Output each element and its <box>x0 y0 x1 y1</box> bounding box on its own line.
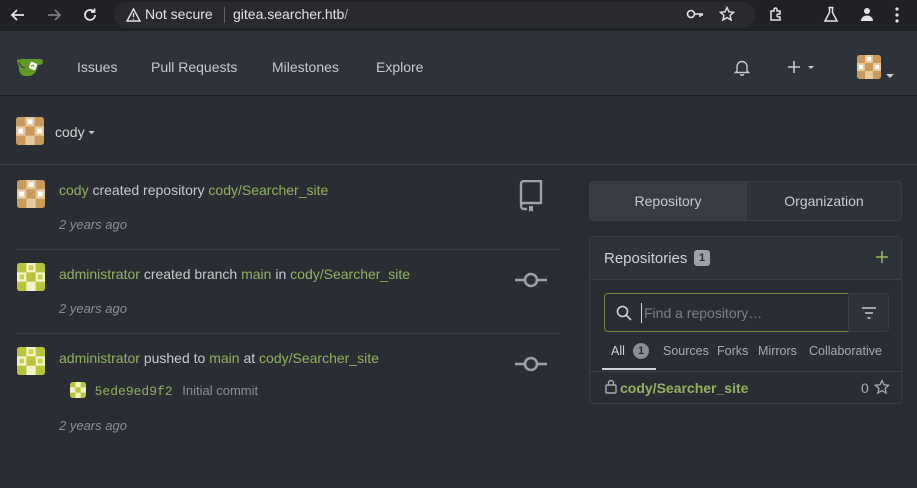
feed-text: cody created repository cody/Searcher_si… <box>59 182 328 198</box>
branch-link[interactable]: main <box>241 266 271 282</box>
bookmark-star-icon[interactable] <box>718 5 736 25</box>
url-text[interactable]: gitea.searcher.htb/ <box>233 6 348 22</box>
back-icon[interactable] <box>9 6 27 24</box>
actor-avatar[interactable] <box>17 180 45 208</box>
commit-row: 5ede9ed9f2 Initial commit <box>70 381 259 400</box>
feed-timestamp: 2 years ago <box>59 418 127 433</box>
repositories-title: Repositories <box>604 250 688 267</box>
commit-sha-link[interactable]: 5ede9ed9f2 <box>95 384 173 399</box>
repo-search-field[interactable] <box>604 293 849 332</box>
feed-item: cody created repository cody/Searcher_si… <box>16 166 560 249</box>
add-repo-icon[interactable] <box>875 250 889 267</box>
address-bar[interactable]: Not secure gitea.searcher.htb/ <box>114 2 756 28</box>
tab-repository-label: Repository <box>634 193 702 209</box>
subtab-sources[interactable]: Sources <box>663 344 709 358</box>
subtab-mirrors[interactable]: Mirrors <box>758 344 797 358</box>
commit-author-avatar <box>70 381 86 398</box>
warning-icon[interactable] <box>125 7 142 25</box>
browser-toolbar: Not secure gitea.searcher.htb/ <box>0 0 917 31</box>
repo-link[interactable]: cody/Searcher_site <box>290 266 410 282</box>
feed-item: administrator pushed to main at cody/Sea… <box>16 334 560 444</box>
repo-org-tabs: Repository Organization <box>589 181 902 221</box>
chevron-down-icon <box>88 131 96 135</box>
repo-star-count: 0 <box>861 380 869 396</box>
repo-icon <box>518 179 544 215</box>
search-input[interactable] <box>641 303 841 323</box>
gitea-logo-icon[interactable] <box>16 56 46 81</box>
repo-link[interactable]: cody/Searcher_site <box>208 182 328 198</box>
repo-list-item-link[interactable]: cody/Searcher_site <box>620 380 748 396</box>
feed-text: administrator created branch main in cod… <box>59 266 410 282</box>
feed-timestamp: 2 years ago <box>59 217 127 232</box>
key-icon[interactable] <box>686 7 704 24</box>
chevron-down-icon[interactable] <box>886 66 894 82</box>
url-path: / <box>344 6 349 22</box>
subtab-forks[interactable]: Forks <box>717 344 748 358</box>
forward-icon[interactable] <box>45 6 63 24</box>
filter-icon <box>861 306 876 319</box>
repo-link[interactable]: cody/Searcher_site <box>259 350 379 366</box>
branch-link[interactable]: main <box>209 350 239 366</box>
commit-icon <box>514 270 548 293</box>
subtab-collaborative[interactable]: Collaborative <box>809 344 882 358</box>
extensions-icon[interactable] <box>768 6 785 26</box>
feed-timestamp: 2 years ago <box>59 301 127 316</box>
actor-link[interactable]: administrator <box>59 266 140 282</box>
context-user-dropdown[interactable]: cody <box>55 124 96 140</box>
search-icon <box>616 305 632 324</box>
action-text: pushed to <box>143 350 206 366</box>
action-text: created branch <box>143 266 238 282</box>
nav-issues[interactable]: Issues <box>77 59 117 75</box>
site-header: Issues Pull Requests Milestones Explore <box>0 31 917 96</box>
actor-avatar[interactable] <box>17 347 45 375</box>
context-switcher: cody <box>0 96 917 165</box>
security-label[interactable]: Not secure <box>145 6 213 22</box>
url-divider <box>224 7 225 23</box>
feed-text: administrator pushed to main at cody/Sea… <box>59 350 379 366</box>
star-icon <box>873 378 891 398</box>
nav-milestones[interactable]: Milestones <box>272 59 339 75</box>
action-text: created repository <box>92 182 205 198</box>
all-count-badge: 1 <box>633 343 649 359</box>
nav-explore[interactable]: Explore <box>376 59 423 75</box>
repositories-count-badge: 1 <box>694 250 710 266</box>
connector-text: in <box>275 266 287 282</box>
repositories-header: Repositories 1 <box>590 237 901 280</box>
lock-icon <box>605 379 617 397</box>
repo-list-divider <box>590 371 901 372</box>
reload-icon[interactable] <box>81 6 99 24</box>
user-avatar <box>16 117 44 145</box>
active-subtab-indicator <box>602 368 656 370</box>
create-menu[interactable] <box>787 60 817 77</box>
filter-button[interactable] <box>848 293 889 332</box>
connector-text: at <box>243 350 256 366</box>
avatar[interactable] <box>857 55 881 79</box>
url-host: gitea.searcher.htb <box>233 6 345 22</box>
profile-icon[interactable] <box>859 6 875 25</box>
commit-icon <box>514 354 548 377</box>
actor-link[interactable]: cody <box>59 182 89 198</box>
context-user-name: cody <box>55 124 85 140</box>
actor-avatar[interactable] <box>17 263 45 291</box>
labs-flask-icon[interactable] <box>823 6 839 26</box>
nav-pull-requests[interactable]: Pull Requests <box>151 59 237 75</box>
tab-repository[interactable]: Repository <box>590 182 746 220</box>
actor-link[interactable]: administrator <box>59 350 140 366</box>
more-menu-icon[interactable] <box>895 7 899 26</box>
commit-message: Initial commit <box>182 383 259 398</box>
subtab-all-label: All <box>611 344 625 358</box>
tab-organization[interactable]: Organization <box>747 182 901 220</box>
bell-icon[interactable] <box>733 59 751 79</box>
tab-organization-label: Organization <box>784 193 864 209</box>
repositories-panel: Repositories 1 All 1 Sources Forks Mirro… <box>589 236 902 404</box>
feed-item: administrator created branch main in cod… <box>16 250 560 333</box>
subtab-all[interactable]: All <box>611 344 625 358</box>
